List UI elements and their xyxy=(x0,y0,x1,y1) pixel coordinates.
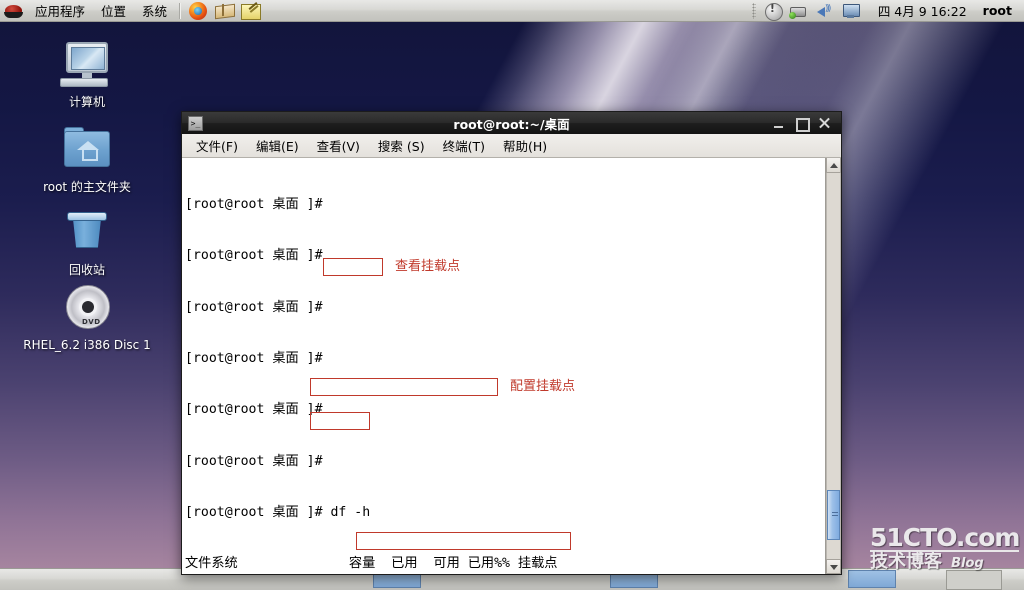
terminal-line: [root@root 桌面 ]# xyxy=(185,453,323,469)
menu-terminal[interactable]: 终端(T) xyxy=(434,133,494,158)
terminal-line: [root@root 桌面 ]# xyxy=(185,351,323,367)
terminal-line: [root@root 桌面 ]# xyxy=(185,248,323,264)
terminal-app-icon: >_ xyxy=(188,115,203,131)
annot-note-mount: 配置挂载点 xyxy=(510,379,576,394)
dvd-disc-icon: DVD xyxy=(56,283,118,335)
menu-search[interactable]: 搜索 (S) xyxy=(369,133,434,158)
annot-box-mnt-row xyxy=(356,532,571,550)
help-book-icon[interactable] xyxy=(213,1,235,21)
close-button[interactable] xyxy=(818,117,831,130)
desktop-icon-home-label: root 的主文件夹 xyxy=(43,180,131,194)
scroll-up-button[interactable] xyxy=(826,158,841,173)
maximize-button[interactable] xyxy=(795,117,810,132)
terminal-screen[interactable]: [root@root 桌面 ]# [root@root 桌面 ]# [root@… xyxy=(182,158,825,574)
terminal-scrollbar[interactable] xyxy=(825,158,841,574)
redhat-logo-icon[interactable] xyxy=(4,2,24,20)
desktop-icon-computer-label: 计算机 xyxy=(68,95,105,109)
menu-system[interactable]: 系统 xyxy=(134,0,175,22)
terminal-title: root@root:~/桌面 xyxy=(453,116,570,132)
terminal-line: [root@root 桌面 ]# df -h xyxy=(185,504,371,520)
annot-note-df-1: 查看挂载点 xyxy=(395,259,461,274)
window-controls xyxy=(772,117,837,132)
terminal-titlebar[interactable]: >_ root@root:~/桌面 xyxy=(182,112,841,134)
desktop-icon-dvd-label: RHEL_6.2 i386 Disc 1 xyxy=(23,338,151,352)
terminal-line: [root@root 桌面 ]# xyxy=(185,402,323,418)
network-icon[interactable] xyxy=(788,1,810,21)
annot-box-mount xyxy=(310,378,498,396)
dvd-badge-label: DVD xyxy=(82,318,101,326)
watermark: 51CTO.com 技术博客 Blog xyxy=(870,523,1020,572)
trash-icon xyxy=(56,208,118,260)
clock[interactable]: 四 4月 9 16:22 xyxy=(864,1,977,20)
volume-icon[interactable] xyxy=(814,1,836,21)
desktop-icon-dvd[interactable]: DVD RHEL_6.2 i386 Disc 1 xyxy=(12,283,162,352)
menu-places[interactable]: 位置 xyxy=(93,0,134,22)
computer-icon xyxy=(56,40,118,92)
workspace-switcher[interactable] xyxy=(946,570,1002,590)
menu-view[interactable]: 查看(V) xyxy=(308,133,369,158)
menu-edit[interactable]: 编辑(E) xyxy=(247,133,308,158)
watermark-site: 51CTO.com xyxy=(870,523,1020,552)
panel-left-section: 应用程序 位置 系统 xyxy=(0,0,263,22)
desktop-icon-trash-label: 回收站 xyxy=(68,263,105,277)
terminal-menubar: 文件(F) 编辑(E) 查看(V) 搜索 (S) 终端(T) 帮助(H) xyxy=(182,134,841,158)
user-menu[interactable]: root xyxy=(977,3,1018,18)
scrollbar-track[interactable] xyxy=(826,173,841,559)
terminal-line: [root@root 桌面 ]# xyxy=(185,197,323,213)
display-icon[interactable] xyxy=(840,1,862,21)
panel-separator xyxy=(179,2,182,19)
panel-tray-section: 四 4月 9 16:22 root xyxy=(751,0,1024,22)
desktop-icon-computer[interactable]: 计算机 xyxy=(12,40,162,109)
terminal-line: 文件系统 容量 已用 可用 已用%% 挂载点 xyxy=(185,556,558,572)
top-panel: 应用程序 位置 系统 四 4月 9 16:22 root xyxy=(0,0,1024,22)
menu-help[interactable]: 帮助(H) xyxy=(494,133,556,158)
text-editor-icon[interactable] xyxy=(239,1,262,21)
terminal-body: [root@root 桌面 ]# [root@root 桌面 ]# [root@… xyxy=(182,158,841,574)
desktop-icon-trash[interactable]: 回收站 xyxy=(12,208,162,277)
minimize-button[interactable] xyxy=(772,117,785,130)
home-folder-icon xyxy=(56,125,118,177)
workspace-3[interactable] xyxy=(848,570,896,588)
software-updates-icon[interactable] xyxy=(762,1,784,21)
scroll-down-button[interactable] xyxy=(826,559,841,574)
menu-applications[interactable]: 应用程序 xyxy=(27,0,93,22)
scrollbar-thumb[interactable] xyxy=(827,489,840,540)
terminal-line: [root@root 桌面 ]# xyxy=(185,299,323,315)
firefox-icon[interactable] xyxy=(187,1,209,21)
desktop: 应用程序 位置 系统 四 4月 9 16:22 root 计算机 root xyxy=(0,0,1024,590)
tray-drag-handle[interactable] xyxy=(751,2,756,19)
menu-file[interactable]: 文件(F) xyxy=(187,133,247,158)
desktop-icon-home[interactable]: root 的主文件夹 xyxy=(12,125,162,194)
terminal-window[interactable]: >_ root@root:~/桌面 文件(F) 编辑(E) 查看(V) 搜索 (… xyxy=(181,111,842,575)
